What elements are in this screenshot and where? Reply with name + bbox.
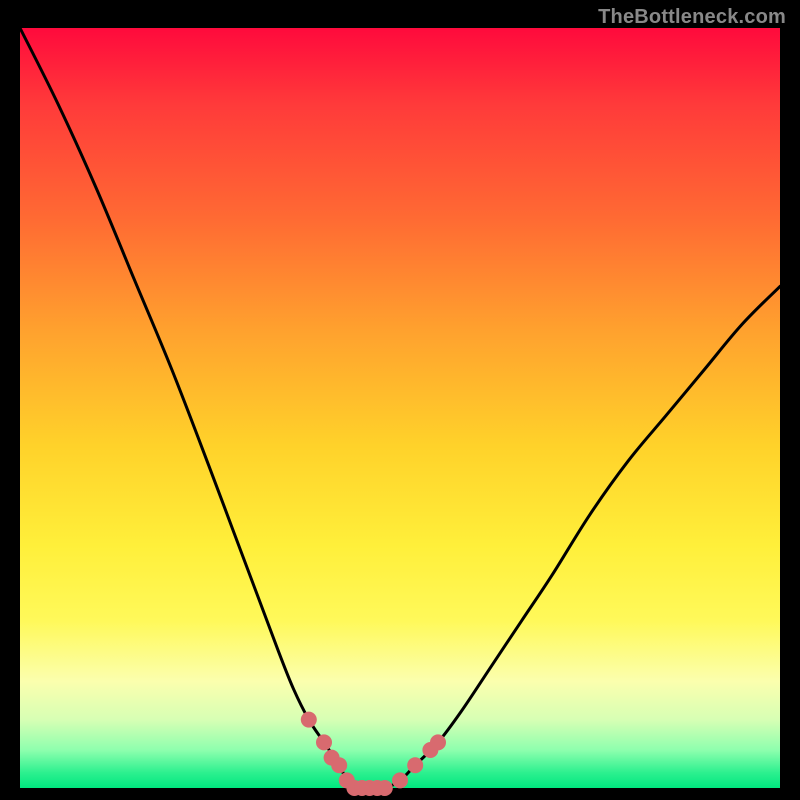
bottleneck-curve [20, 28, 780, 789]
marker-dot [392, 772, 408, 788]
highlight-dots [301, 712, 446, 796]
marker-dot [331, 757, 347, 773]
chart-svg [20, 28, 780, 788]
plot-area [20, 28, 780, 788]
marker-dot [301, 712, 317, 728]
marker-dot [377, 780, 393, 796]
marker-dot [316, 734, 332, 750]
marker-dot [430, 734, 446, 750]
marker-dot [407, 757, 423, 773]
chart-frame: TheBottleneck.com [0, 0, 800, 800]
watermark-text: TheBottleneck.com [598, 6, 786, 29]
